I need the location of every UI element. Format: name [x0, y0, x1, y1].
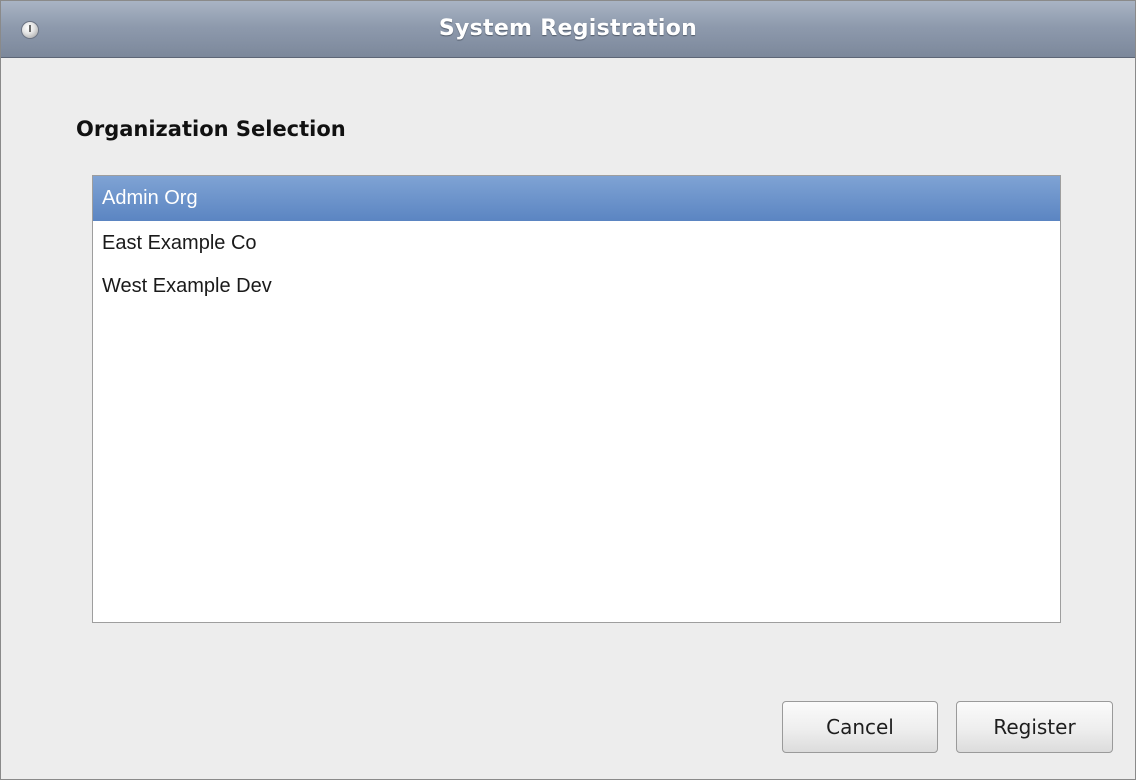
cancel-button[interactable]: Cancel [782, 701, 938, 753]
list-item[interactable]: Admin Org [93, 176, 1060, 221]
list-item[interactable]: West Example Dev [93, 264, 1060, 309]
dialog-window: System Registration Organization Selecti… [0, 0, 1136, 780]
section-heading: Organization Selection [76, 117, 346, 141]
register-button[interactable]: Register [956, 701, 1113, 753]
organization-list[interactable]: Admin Org East Example Co West Example D… [92, 175, 1061, 623]
title-bar[interactable]: System Registration [1, 1, 1135, 58]
list-item[interactable]: East Example Co [93, 221, 1060, 266]
window-title: System Registration [438, 16, 698, 41]
